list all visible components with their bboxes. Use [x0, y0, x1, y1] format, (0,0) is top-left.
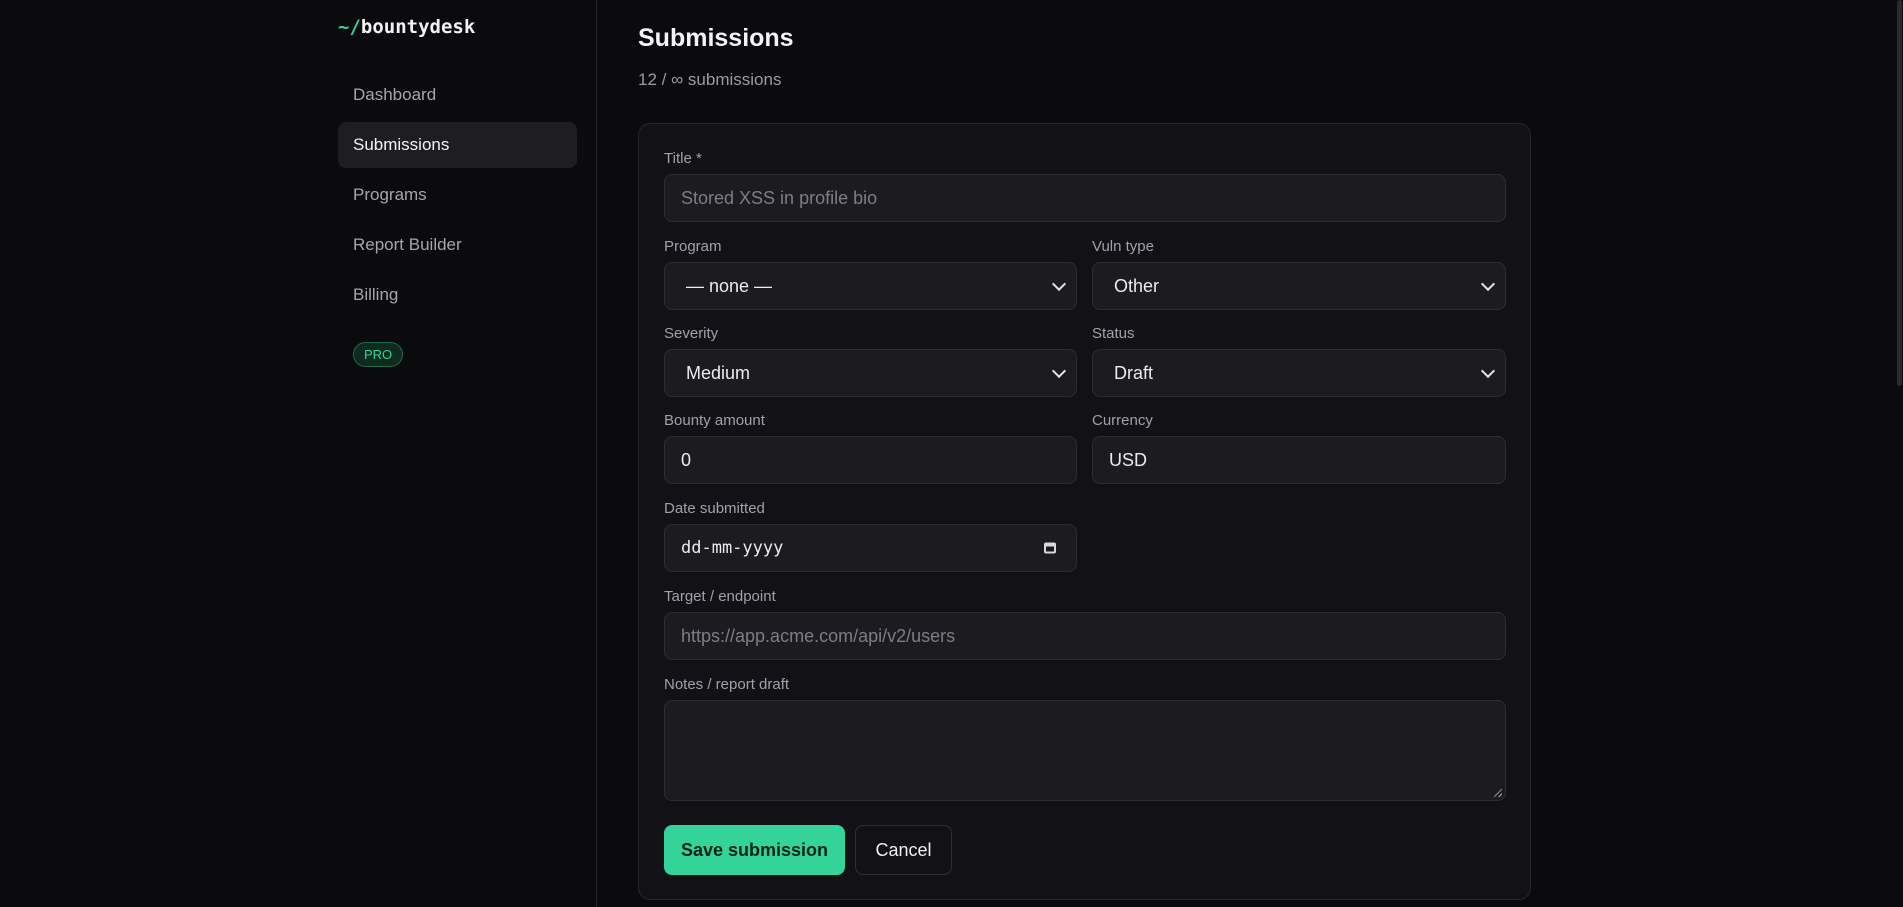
app-root: ~/bountydesk Dashboard Submissions Progr… — [0, 0, 1903, 907]
scrollbar-thumb[interactable] — [1897, 0, 1902, 386]
notes-textarea[interactable] — [664, 700, 1506, 801]
vuln-type-select-value: Other — [1114, 275, 1160, 296]
page-title: Submissions — [638, 24, 794, 52]
chevron-down-icon — [1051, 276, 1067, 292]
status-select-value: Draft — [1114, 362, 1154, 383]
submission-form: Title * Stored XSS in profile bio Progra… — [638, 123, 1531, 900]
vuln-type-label: Vuln type — [1092, 238, 1154, 255]
sidebar-nav: Dashboard Submissions Programs Report Bu… — [338, 72, 577, 322]
chevron-down-icon — [1480, 363, 1496, 379]
sidebar-item-submissions[interactable]: Submissions — [338, 122, 577, 168]
brand-logo[interactable]: ~/bountydesk — [338, 16, 475, 38]
date-submitted-input[interactable]: dd-mm-yyyy — [664, 524, 1077, 572]
notes-label: Notes / report draft — [664, 676, 790, 693]
severity-select-value: Medium — [686, 362, 751, 383]
target-label: Target / endpoint — [664, 588, 776, 605]
target-input[interactable]: https://app.acme.com/api/v2/users — [664, 612, 1506, 660]
sidebar-item-dashboard[interactable]: Dashboard — [338, 72, 577, 118]
program-select[interactable]: — none — — [664, 262, 1077, 310]
severity-select[interactable]: Medium — [664, 349, 1077, 397]
sidebar: ~/bountydesk Dashboard Submissions Progr… — [0, 0, 597, 907]
resize-handle-icon[interactable] — [1494, 789, 1502, 797]
brand-name: bountydesk — [360, 16, 476, 38]
page-scrollbar[interactable] — [1897, 0, 1903, 907]
submission-count: 12 / ∞ submissions — [638, 70, 782, 89]
currency-label: Currency — [1092, 412, 1153, 429]
vuln-type-select[interactable]: Other — [1092, 262, 1506, 310]
status-select[interactable]: Draft — [1092, 349, 1506, 397]
date-submitted-label: Date submitted — [664, 500, 765, 517]
program-label: Program — [664, 238, 722, 255]
severity-label: Severity — [664, 325, 719, 342]
sidebar-item-report-builder[interactable]: Report Builder — [338, 222, 577, 268]
bounty-amount-label: Bounty amount — [664, 412, 765, 429]
save-submission-button[interactable]: Save submission — [664, 825, 845, 875]
status-label: Status — [1092, 325, 1135, 342]
sidebar-item-programs[interactable]: Programs — [338, 172, 577, 218]
chevron-down-icon — [1480, 276, 1496, 292]
currency-input[interactable]: USD — [1092, 436, 1506, 484]
bounty-amount-input[interactable]: 0 — [664, 436, 1077, 484]
title-input[interactable]: Stored XSS in profile bio — [664, 174, 1506, 222]
chevron-down-icon — [1051, 363, 1067, 379]
cancel-button[interactable]: Cancel — [855, 825, 952, 875]
date-placeholder: dd-mm-yyyy — [681, 538, 784, 558]
brand-prefix: ~/ — [338, 16, 361, 38]
title-label: Title * — [664, 150, 702, 167]
plan-badge: PRO — [353, 342, 404, 367]
sidebar-item-billing[interactable]: Billing — [338, 272, 577, 318]
calendar-icon[interactable] — [1044, 542, 1056, 554]
program-select-value: — none — — [686, 275, 773, 296]
